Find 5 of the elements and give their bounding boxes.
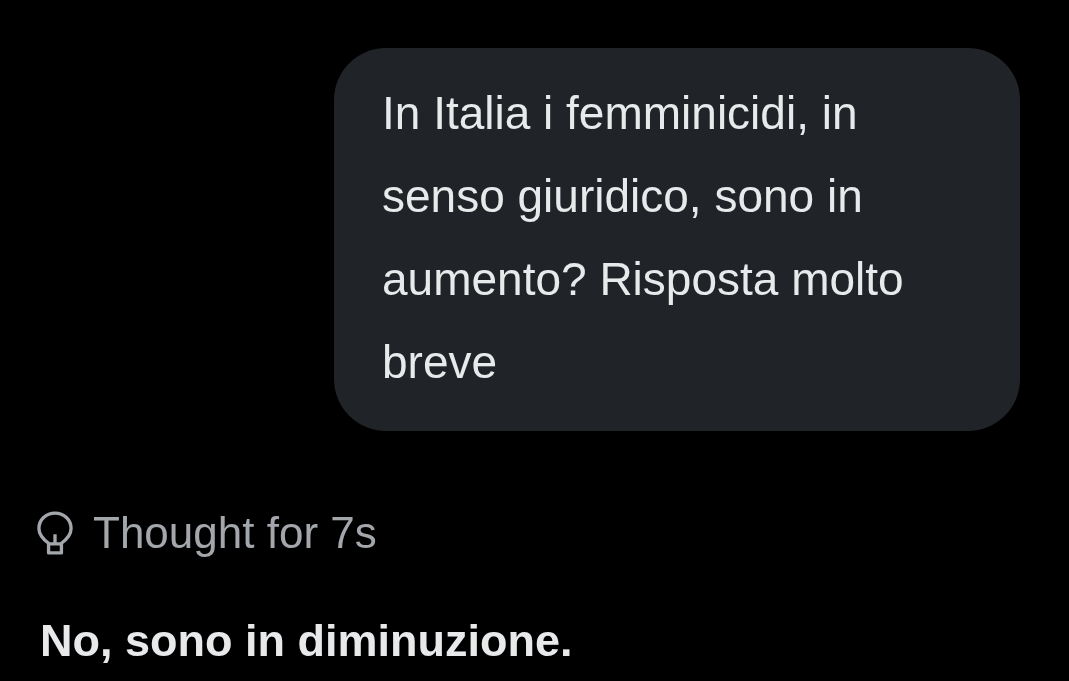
lightbulb-icon	[37, 511, 73, 555]
thought-label: Thought for 7s	[93, 509, 377, 557]
user-message-text: In Italia i femminicidi, in senso giuridico, sono in aumento? Risposta molto breve	[382, 86, 905, 390]
thought-toggle[interactable]: Thought for 7s	[37, 509, 377, 557]
assistant-answer: No, sono in diminuzione.	[40, 617, 573, 665]
